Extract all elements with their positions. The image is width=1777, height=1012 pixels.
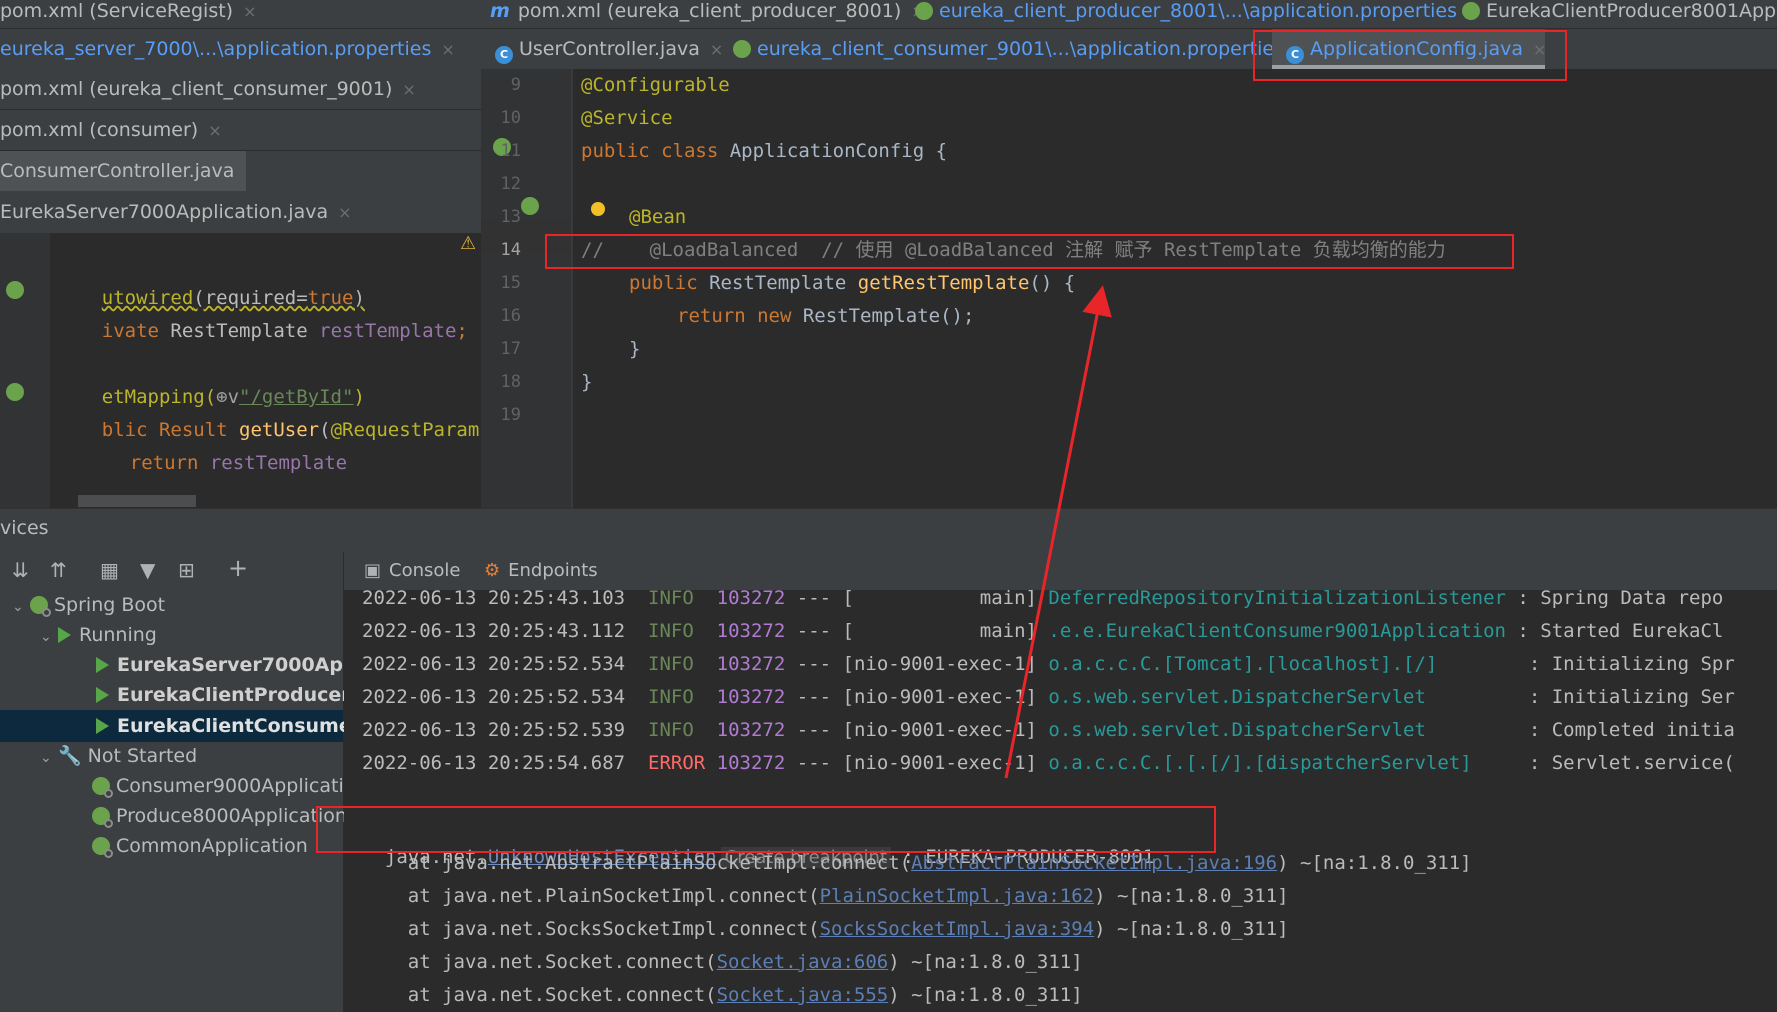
annotation-arrow [1004,285,1112,779]
